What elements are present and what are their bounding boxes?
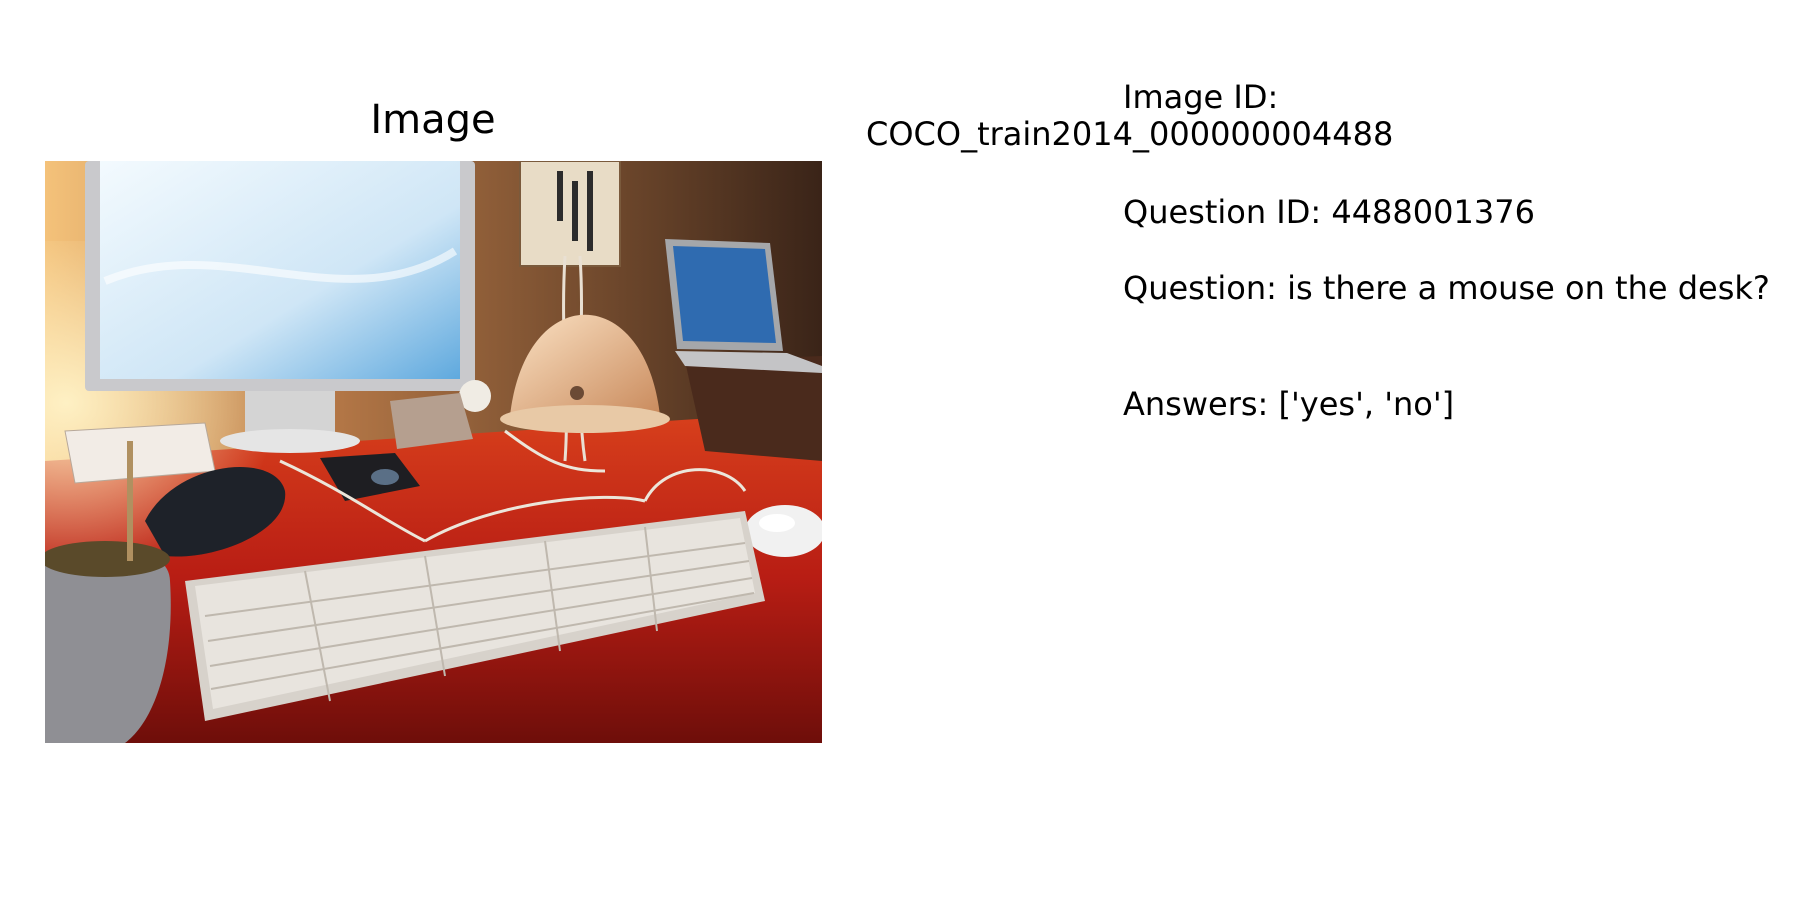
dataset-photo [45, 161, 822, 743]
question-text: Question: is there a mouse on the desk? [1123, 269, 1770, 307]
answers-text: Answers: ['yes', 'no'] [1123, 385, 1455, 423]
wall-poster [519, 161, 621, 267]
player-dial [371, 469, 399, 485]
speaker-base [500, 405, 670, 433]
image-panel-title: Image [370, 97, 496, 143]
laptop-screen [673, 246, 776, 343]
question-id: Question ID: 4488001376 [1123, 193, 1535, 231]
image-id-value: COCO_train2014_000000004488 [866, 115, 1394, 153]
image-id-label: Image ID: [1123, 78, 1279, 116]
mouse-highlight [759, 514, 795, 532]
usb-hub [390, 393, 473, 449]
cup-top [45, 541, 170, 577]
monitor-base [220, 429, 360, 453]
speaker-knob [570, 386, 584, 400]
